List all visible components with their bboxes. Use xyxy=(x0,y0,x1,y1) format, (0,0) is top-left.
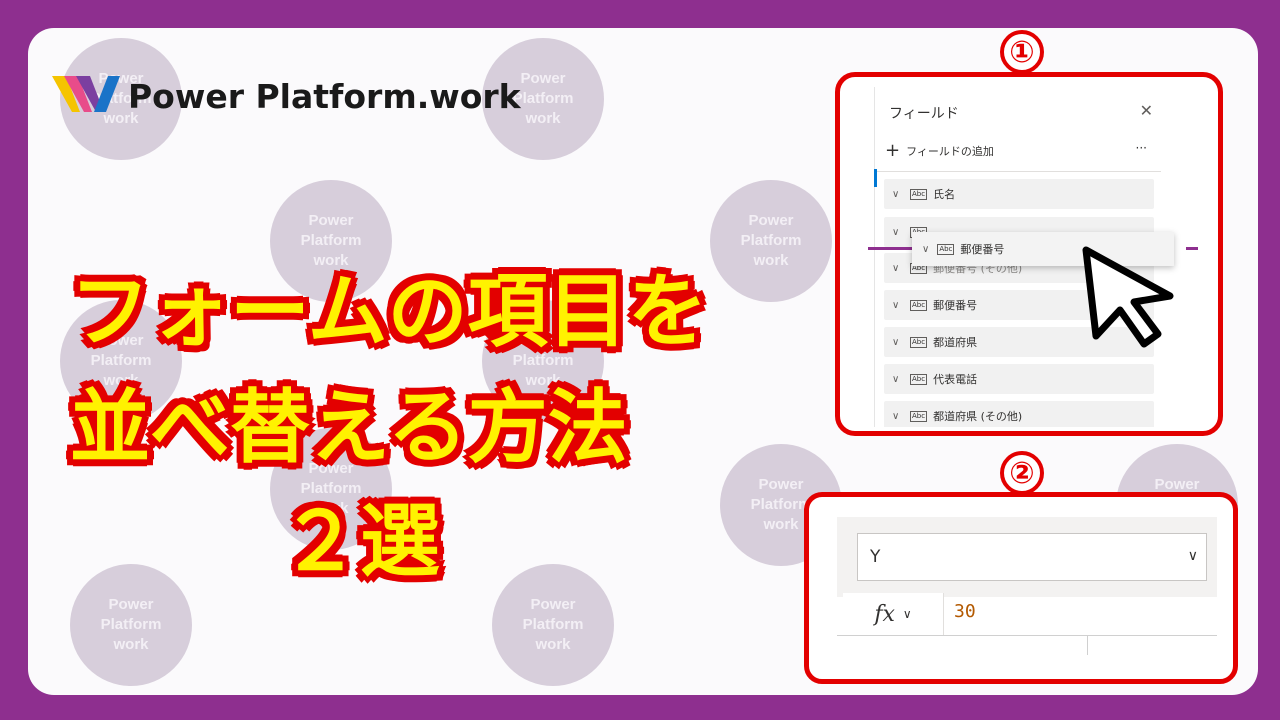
step-2-badge: ② xyxy=(1000,451,1044,495)
text-field-icon: Abc xyxy=(910,336,928,348)
fields-pane-title: フィールド xyxy=(889,106,959,122)
brand-name: Power Platform.work xyxy=(128,76,521,116)
chevron-down-icon[interactable]: ∨ xyxy=(892,263,906,274)
chevron-down-icon[interactable]: ∨ xyxy=(892,411,906,422)
field-item[interactable]: ∨ Abc 都道府県 (その他) xyxy=(884,401,1154,427)
text-field-icon: Abc xyxy=(910,373,928,385)
field-item[interactable]: ∨ Abc 代表電話 xyxy=(884,364,1154,394)
chevron-down-icon[interactable]: ∨ xyxy=(1188,548,1198,564)
headline-line-2: 並べ替える方法 xyxy=(70,381,628,474)
drop-indicator xyxy=(1186,247,1198,250)
formula-bar-screenshot: Y ∨ fx ∨ 30 xyxy=(804,492,1238,684)
watermark-logo: PowerPlatformwork xyxy=(70,564,192,686)
text-field-icon: Abc xyxy=(910,410,928,422)
watermark-logo: PowerPlatformwork xyxy=(492,564,614,686)
close-icon[interactable]: ✕ xyxy=(1140,101,1153,120)
chevron-down-icon[interactable]: ∨ xyxy=(892,189,906,200)
chevron-down-icon: ∨ xyxy=(902,607,912,621)
selection-indicator xyxy=(874,169,877,187)
fx-button[interactable]: fx ∨ xyxy=(843,593,944,635)
more-options-icon[interactable]: ··· xyxy=(1136,141,1147,155)
field-item-label: 郵便番号 xyxy=(933,299,978,312)
property-value: Y xyxy=(870,547,881,567)
chevron-down-icon: ∨ xyxy=(922,243,930,255)
text-field-icon: Abc xyxy=(910,188,928,200)
headline-line-3: ２選 xyxy=(280,495,440,588)
property-dropdown[interactable]: Y ∨ xyxy=(857,533,1207,581)
divider xyxy=(1087,635,1088,655)
watermark-logo: PowerPlatformwork xyxy=(710,180,832,302)
divider xyxy=(837,635,1217,636)
drop-indicator xyxy=(868,247,912,250)
text-field-icon: Abc xyxy=(910,299,928,311)
add-field-button[interactable]: + フィールドの追加 xyxy=(885,140,994,161)
field-item-label: 都道府県 (その他) xyxy=(933,410,1023,423)
divider xyxy=(875,171,1161,172)
fx-icon: fx xyxy=(874,601,895,627)
formula-input[interactable]: 30 xyxy=(954,601,976,622)
field-item-label: 氏名 xyxy=(933,188,956,201)
chevron-down-icon[interactable]: ∨ xyxy=(892,227,906,238)
step-1-badge: ① xyxy=(1000,30,1044,74)
plus-icon: + xyxy=(885,140,901,161)
dragging-field-label: 郵便番号 xyxy=(960,243,1005,256)
field-item[interactable]: ∨ Abc 氏名 xyxy=(884,179,1154,209)
add-field-label: フィールドの追加 xyxy=(906,145,994,158)
mouse-pointer-icon xyxy=(1082,246,1174,348)
chevron-down-icon[interactable]: ∨ xyxy=(892,374,906,385)
field-item-label: 代表電話 xyxy=(933,373,978,386)
field-item-label: 都道府県 xyxy=(933,336,978,349)
brand-logo: Power Platform.work xyxy=(50,72,521,120)
power-platform-logo-icon xyxy=(52,76,120,112)
headline-line-1: フォームの項目を xyxy=(70,265,708,358)
text-field-icon: Abc xyxy=(937,243,955,255)
chevron-down-icon[interactable]: ∨ xyxy=(892,300,906,311)
chevron-down-icon[interactable]: ∨ xyxy=(892,337,906,348)
